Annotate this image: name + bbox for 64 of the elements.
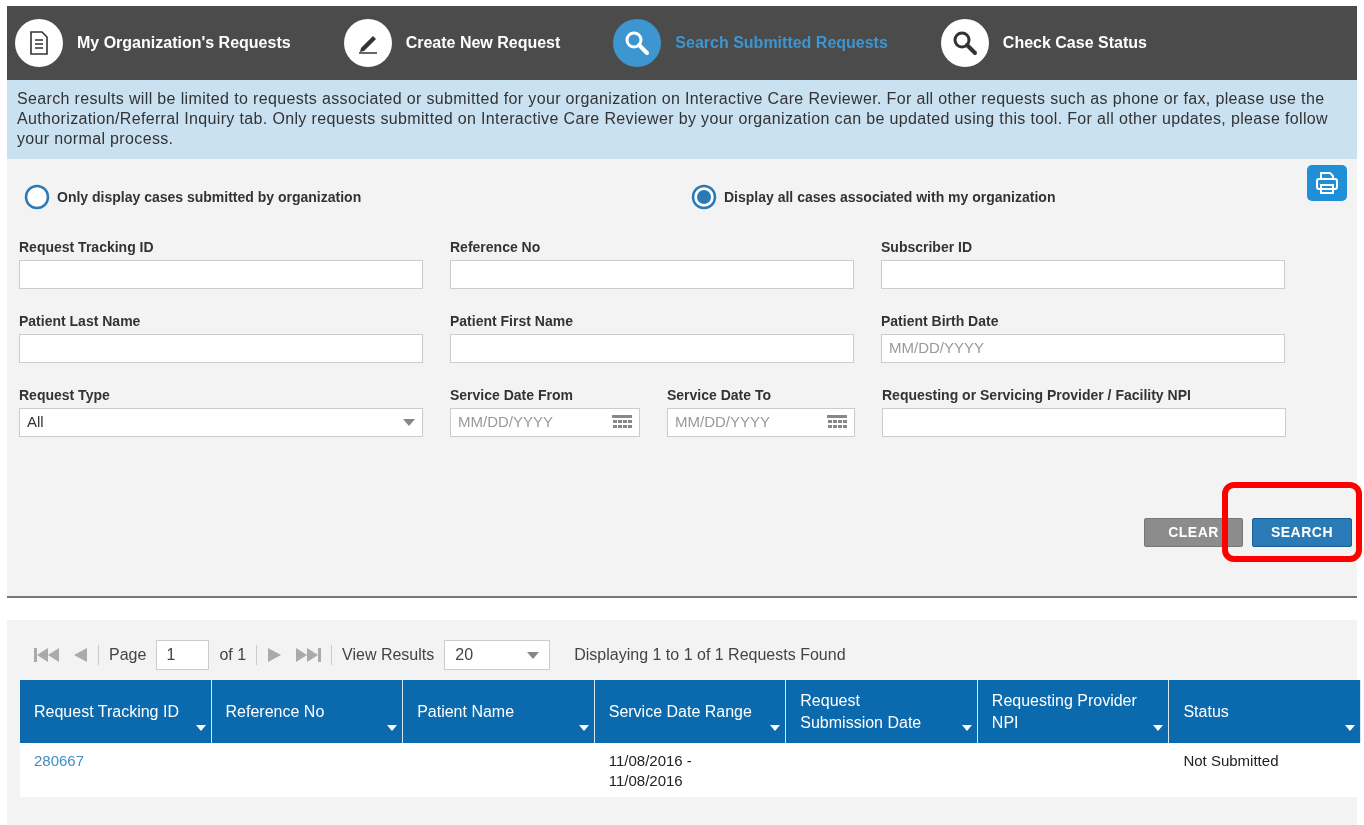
field-label: Requesting or Servicing Provider / Facility NPI (882, 386, 1192, 404)
page-size-dropdown[interactable]: 20 (444, 640, 551, 670)
input-field[interactable] (450, 334, 854, 363)
calendar-icon[interactable] (827, 414, 847, 431)
search-icon (951, 30, 978, 56)
date-field[interactable]: MM/DD/YYYY (667, 408, 855, 437)
sort-caret-icon[interactable] (1153, 725, 1164, 731)
field-label: Request Type (19, 386, 111, 404)
radio-button[interactable] (24, 184, 50, 210)
sort-caret-icon[interactable] (578, 725, 589, 731)
print-button[interactable] (1307, 165, 1347, 201)
input-field[interactable] (19, 334, 423, 363)
field-label: Service Date To (667, 386, 772, 404)
caret-icon (527, 651, 540, 659)
page-count: of 1 (219, 645, 247, 665)
field-label: Subscriber ID (881, 238, 974, 256)
nav-tab[interactable]: Check Case Status (940, 19, 1147, 67)
column-header[interactable]: Service Date Range (594, 680, 787, 743)
field-label: Service Date From (450, 386, 574, 404)
view-results-label: View Results (342, 645, 435, 665)
previous-page-icon[interactable] (72, 647, 88, 663)
last-page-icon[interactable] (293, 647, 322, 663)
printer-icon (1314, 170, 1340, 196)
table-cell: 11/08/2016 - 11/08/2016 (594, 743, 787, 797)
column-header[interactable]: Request Submission Date (786, 680, 978, 743)
page-label: Page (109, 645, 147, 665)
column-header[interactable]: Patient Name (403, 680, 595, 743)
page-input[interactable]: 1 (156, 640, 210, 670)
results-summary: Displaying 1 to 1 of 1 Requests Found (574, 645, 846, 665)
radio-option[interactable]: Only display cases submitted by organization (19, 184, 691, 210)
column-header[interactable]: Requesting Provider NPI (977, 680, 1170, 743)
dropdown-field[interactable]: All (19, 408, 423, 437)
input-field[interactable] (882, 408, 1286, 437)
column-header[interactable]: Reference No (211, 680, 404, 743)
radio-option[interactable]: Display all cases associated with my organization (691, 184, 1056, 210)
field-label: Patient Last Name (19, 312, 142, 330)
radio-button[interactable] (691, 184, 717, 210)
sort-caret-icon[interactable] (770, 725, 781, 731)
input-field[interactable] (881, 260, 1285, 289)
sort-caret-icon[interactable] (387, 725, 398, 731)
input-field[interactable]: MM/DD/YYYY (881, 334, 1285, 363)
column-header[interactable]: Request Tracking ID (20, 680, 212, 743)
clear-button[interactable]: CLEAR (1144, 518, 1243, 547)
field-label: Patient First Name (450, 312, 574, 330)
nav-tab[interactable]: My Organization's Requests (15, 19, 291, 67)
calendar-icon[interactable] (612, 414, 632, 431)
search-icon (624, 30, 651, 56)
sort-caret-icon[interactable] (961, 725, 972, 731)
field-label: Patient Birth Date (881, 312, 1000, 330)
sort-caret-icon[interactable] (195, 725, 206, 731)
sort-caret-icon[interactable] (1345, 725, 1355, 731)
first-page-icon[interactable] (34, 647, 62, 663)
field-label: Reference No (450, 238, 542, 256)
document-icon (29, 31, 49, 55)
tracking-id-link[interactable]: 280667 (34, 752, 85, 769)
date-field[interactable]: MM/DD/YYYY (450, 408, 640, 437)
input-field[interactable] (450, 260, 854, 289)
input-field[interactable] (19, 260, 423, 289)
search-button[interactable]: SEARCH (1252, 518, 1352, 547)
field-label: Request Tracking ID (19, 238, 155, 256)
nav-tab[interactable]: Create New Request (343, 19, 561, 67)
caret-icon (403, 419, 415, 426)
notice-text: Search results will be limited to requests associated or submitted for your organization on Interactive Care Reviewer. For all other requests such as phone or fax, please use the Authorization/Referral Inquiry tab. Only requests submitted on Interactive Care Reviewer by your organization can be updated using this tool. For all other updates, please follow your normal process. (7, 80, 1357, 159)
column-header[interactable]: Status (1169, 680, 1361, 743)
